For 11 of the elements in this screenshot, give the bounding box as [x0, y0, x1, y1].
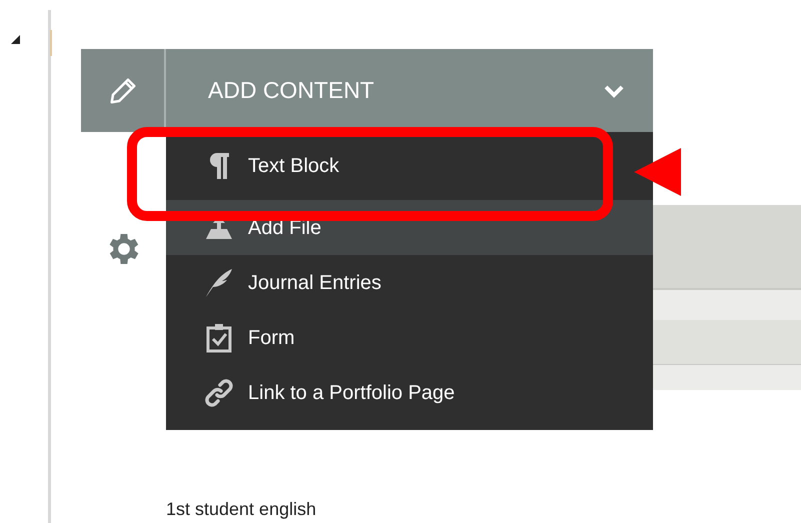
- chevron-icon: [603, 84, 625, 98]
- collapse-triangle-icon[interactable]: [11, 35, 20, 44]
- feather-icon: [204, 268, 234, 298]
- link-icon: [204, 378, 234, 408]
- pointer-arrow: [634, 148, 681, 196]
- page-text: 1st student english: [166, 500, 316, 518]
- clipboard-check-icon: [205, 322, 233, 352]
- pilcrow-icon: [207, 151, 231, 181]
- edit-button[interactable]: [81, 49, 166, 132]
- add-content-dropdown[interactable]: ADD CONTENT: [166, 49, 653, 132]
- pencil-icon: [108, 76, 138, 106]
